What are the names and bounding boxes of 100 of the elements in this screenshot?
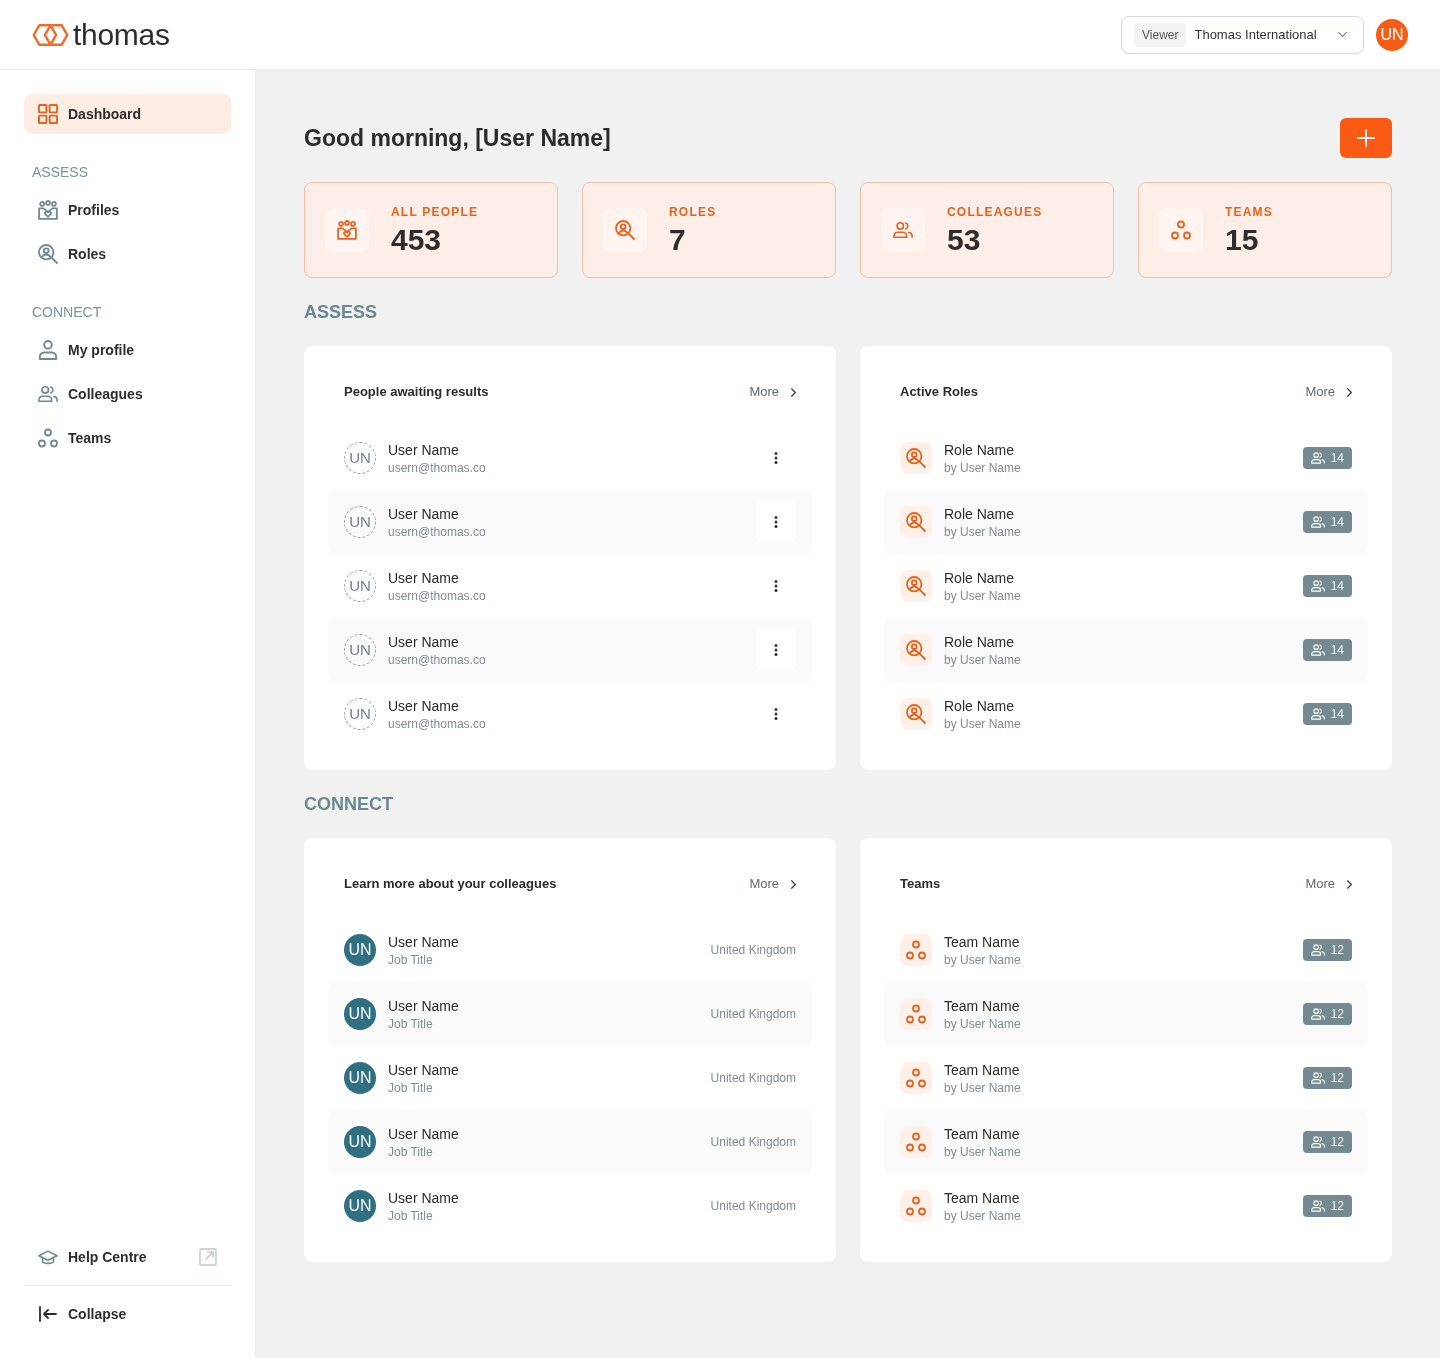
role-tag: Viewer: [1134, 22, 1187, 47]
person-search-icon: [38, 244, 58, 264]
user-name: User Name: [388, 633, 460, 652]
more-options-button[interactable]: [756, 630, 796, 670]
role-owner: by User Name: [944, 588, 1021, 604]
people-icon: [1310, 1136, 1325, 1148]
role-owner: by User Name: [944, 524, 1021, 540]
panel-title: People awaiting results: [344, 383, 489, 402]
people-icon: [881, 208, 925, 252]
grid-icon: [38, 104, 58, 124]
three-circles-icon: [1159, 208, 1203, 252]
external-link-icon: [199, 1248, 217, 1266]
user-name: User Name: [388, 997, 459, 1016]
greeting-heading: Good morning, [User Name]: [304, 123, 611, 153]
three-circles-icon: [900, 1190, 932, 1222]
country: United Kingdom: [710, 1134, 796, 1151]
member-count: 14: [1330, 706, 1344, 722]
role-name: Role Name: [944, 569, 1016, 588]
logo-icon: [32, 22, 69, 47]
job-title: Job Title: [388, 1080, 434, 1096]
job-title: Job Title: [388, 1144, 434, 1160]
people-icon: [1310, 1200, 1325, 1212]
team-owner: by User Name: [944, 1144, 1021, 1160]
user-email: usern@thomas.co: [388, 588, 486, 604]
stat-label: COLLEAGUES: [947, 204, 1043, 220]
stat-label: TEAMS: [1225, 204, 1273, 220]
role-name: Role Name: [944, 505, 1016, 524]
person-search-icon: [900, 506, 932, 538]
people-icon: [1310, 452, 1325, 464]
team-name: Team Name: [944, 1189, 1021, 1208]
person-search-icon: [900, 698, 932, 730]
more-link[interactable]: More: [1305, 382, 1352, 402]
job-title: Job Title: [388, 952, 434, 968]
team-name: Team Name: [944, 997, 1021, 1016]
person-search-icon: [900, 570, 932, 602]
stat-card[interactable]: COLLEAGUES 53: [860, 182, 1114, 278]
role-owner: by User Name: [944, 460, 1021, 476]
more-options-button[interactable]: [756, 502, 796, 542]
role-name: Role Name: [944, 697, 1016, 716]
stat-value: 453: [391, 224, 443, 256]
person-search-icon: [900, 634, 932, 666]
kebab-icon: [774, 580, 778, 592]
role-owner: by User Name: [944, 652, 1021, 668]
stat-label: ROLES: [669, 204, 717, 220]
avatar: UN: [344, 998, 376, 1030]
people-heart-icon: [38, 200, 58, 220]
member-count: 14: [1330, 514, 1344, 530]
country: United Kingdom: [710, 1006, 796, 1023]
stat-card[interactable]: ROLES 7: [582, 182, 836, 278]
graduation-cap-icon: [38, 1249, 58, 1265]
member-count: 14: [1330, 642, 1344, 658]
job-title: Job Title: [388, 1016, 434, 1032]
team-owner: by User Name: [944, 1080, 1021, 1096]
avatar: UN: [344, 1126, 376, 1158]
kebab-icon: [774, 516, 778, 528]
more-link[interactable]: More: [749, 382, 796, 402]
stat-label: ALL PEOPLE: [391, 204, 479, 220]
collapse-button[interactable]: Collapse: [24, 1294, 231, 1334]
country: United Kingdom: [710, 1070, 796, 1087]
team-owner: by User Name: [944, 1208, 1021, 1224]
avatar: UN: [344, 934, 376, 966]
people-icon: [1310, 644, 1325, 656]
people-icon: [1310, 580, 1325, 592]
section-heading: ASSESS: [304, 302, 379, 322]
more-link[interactable]: More: [1305, 874, 1352, 894]
more-link[interactable]: More: [749, 874, 796, 894]
country: United Kingdom: [710, 1198, 796, 1215]
people-icon: [1310, 1008, 1325, 1020]
user-email: usern@thomas.co: [388, 460, 486, 476]
team-name: Team Name: [944, 933, 1021, 952]
team-owner: by User Name: [944, 1016, 1021, 1032]
help-centre-link[interactable]: Help Centre: [24, 1237, 231, 1277]
nav-item[interactable]: Teams: [24, 418, 231, 458]
nav-item[interactable]: My profile: [24, 330, 231, 370]
three-circles-icon: [900, 998, 932, 1030]
nav-item[interactable]: Dashboard: [24, 94, 231, 134]
add-button[interactable]: [1340, 118, 1392, 158]
stat-card[interactable]: TEAMS 15: [1138, 182, 1392, 278]
stat-value: 7: [669, 224, 687, 256]
member-count: 12: [1330, 1134, 1344, 1150]
job-title: Job Title: [388, 1208, 434, 1224]
member-count: 12: [1330, 942, 1344, 958]
organization-dropdown[interactable]: Viewer Thomas International: [1121, 15, 1364, 54]
people-icon: [1310, 944, 1325, 956]
member-count: 12: [1330, 1198, 1344, 1214]
brand-name: thomas: [73, 18, 170, 51]
chevron-down-icon: [1338, 32, 1347, 37]
team-owner: by User Name: [944, 952, 1021, 968]
nav-item[interactable]: Profiles: [24, 190, 231, 230]
nav-section-label: ASSESS: [31, 163, 90, 182]
person-icon: [38, 340, 58, 360]
nav-item[interactable]: Roles: [24, 234, 231, 274]
three-circles-icon: [900, 1062, 932, 1094]
plus-icon: [1357, 129, 1375, 147]
user-email: usern@thomas.co: [388, 652, 486, 668]
kebab-icon: [774, 708, 778, 720]
role-owner: by User Name: [944, 716, 1021, 732]
stat-card[interactable]: ALL PEOPLE 453: [304, 182, 558, 278]
country: United Kingdom: [710, 942, 796, 959]
nav-item[interactable]: Colleagues: [24, 374, 231, 414]
